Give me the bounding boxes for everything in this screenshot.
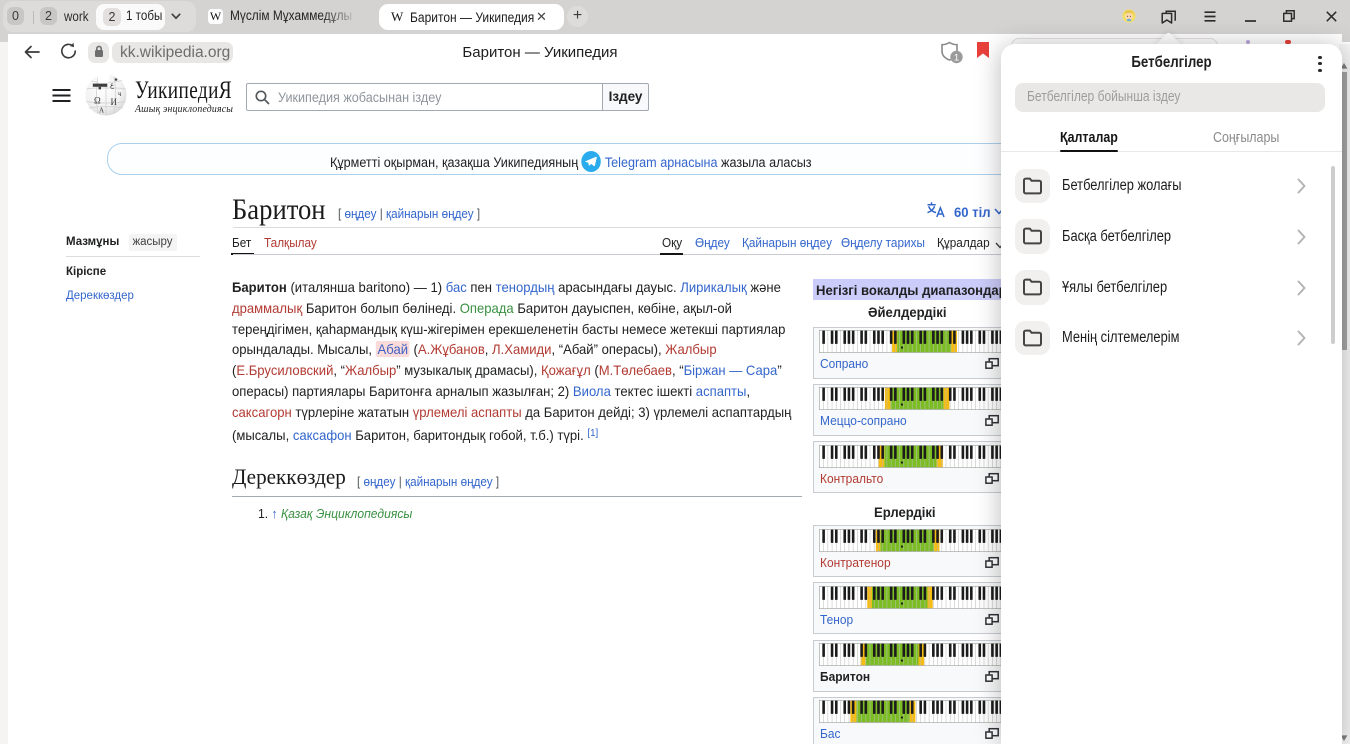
svg-text:ч: ч: [118, 90, 122, 98]
svg-text:Ω: Ω: [94, 96, 101, 106]
svg-text:А: А: [99, 107, 104, 115]
svg-text:1: 1: [954, 53, 959, 64]
svg-text:И: И: [111, 97, 118, 107]
